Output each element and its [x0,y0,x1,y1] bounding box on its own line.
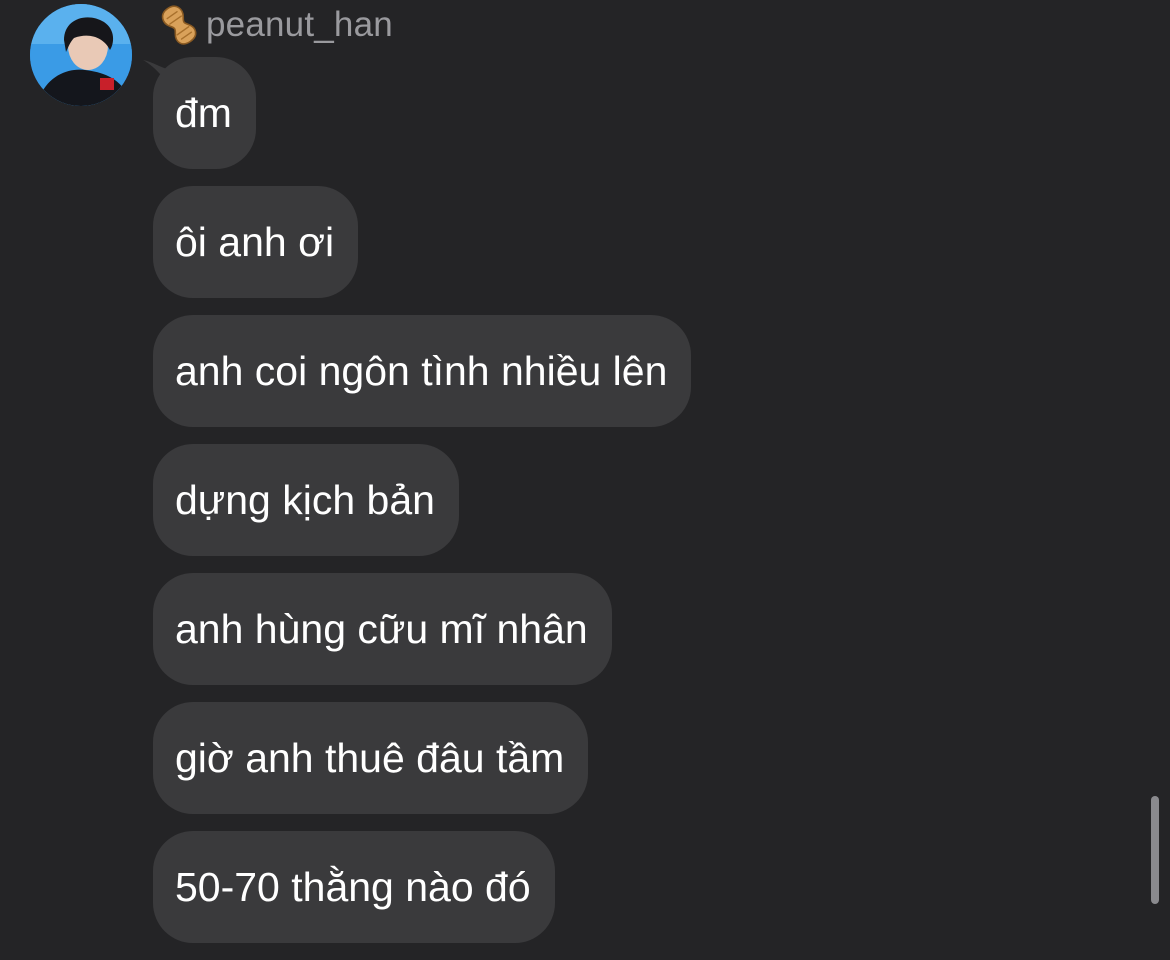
avatar-photo [30,4,132,106]
sender-name[interactable]: peanut_han [206,5,393,45]
message-bubble[interactable]: anh coi ngôn tình nhiều lên [153,315,692,427]
scrollbar[interactable] [1151,796,1159,904]
message-bubble[interactable]: dựng kịch bản [153,444,459,556]
message-bubble[interactable]: anh hùng cữu mĩ nhân [153,573,612,685]
message-list: đm ôi anh ơi anh coi ngôn tình nhiều lên… [153,57,692,960]
peanut-icon [161,5,197,45]
message-bubble[interactable]: ôi anh ơi [153,186,359,298]
message-bubble[interactable]: 50-70 thằng nào đó [153,831,555,943]
message-bubble[interactable]: đm [153,57,256,169]
sender-header: peanut_han [156,2,393,48]
message-bubble[interactable]: giờ anh thuê đâu tầm [153,702,589,814]
sender-avatar[interactable] [30,4,132,106]
